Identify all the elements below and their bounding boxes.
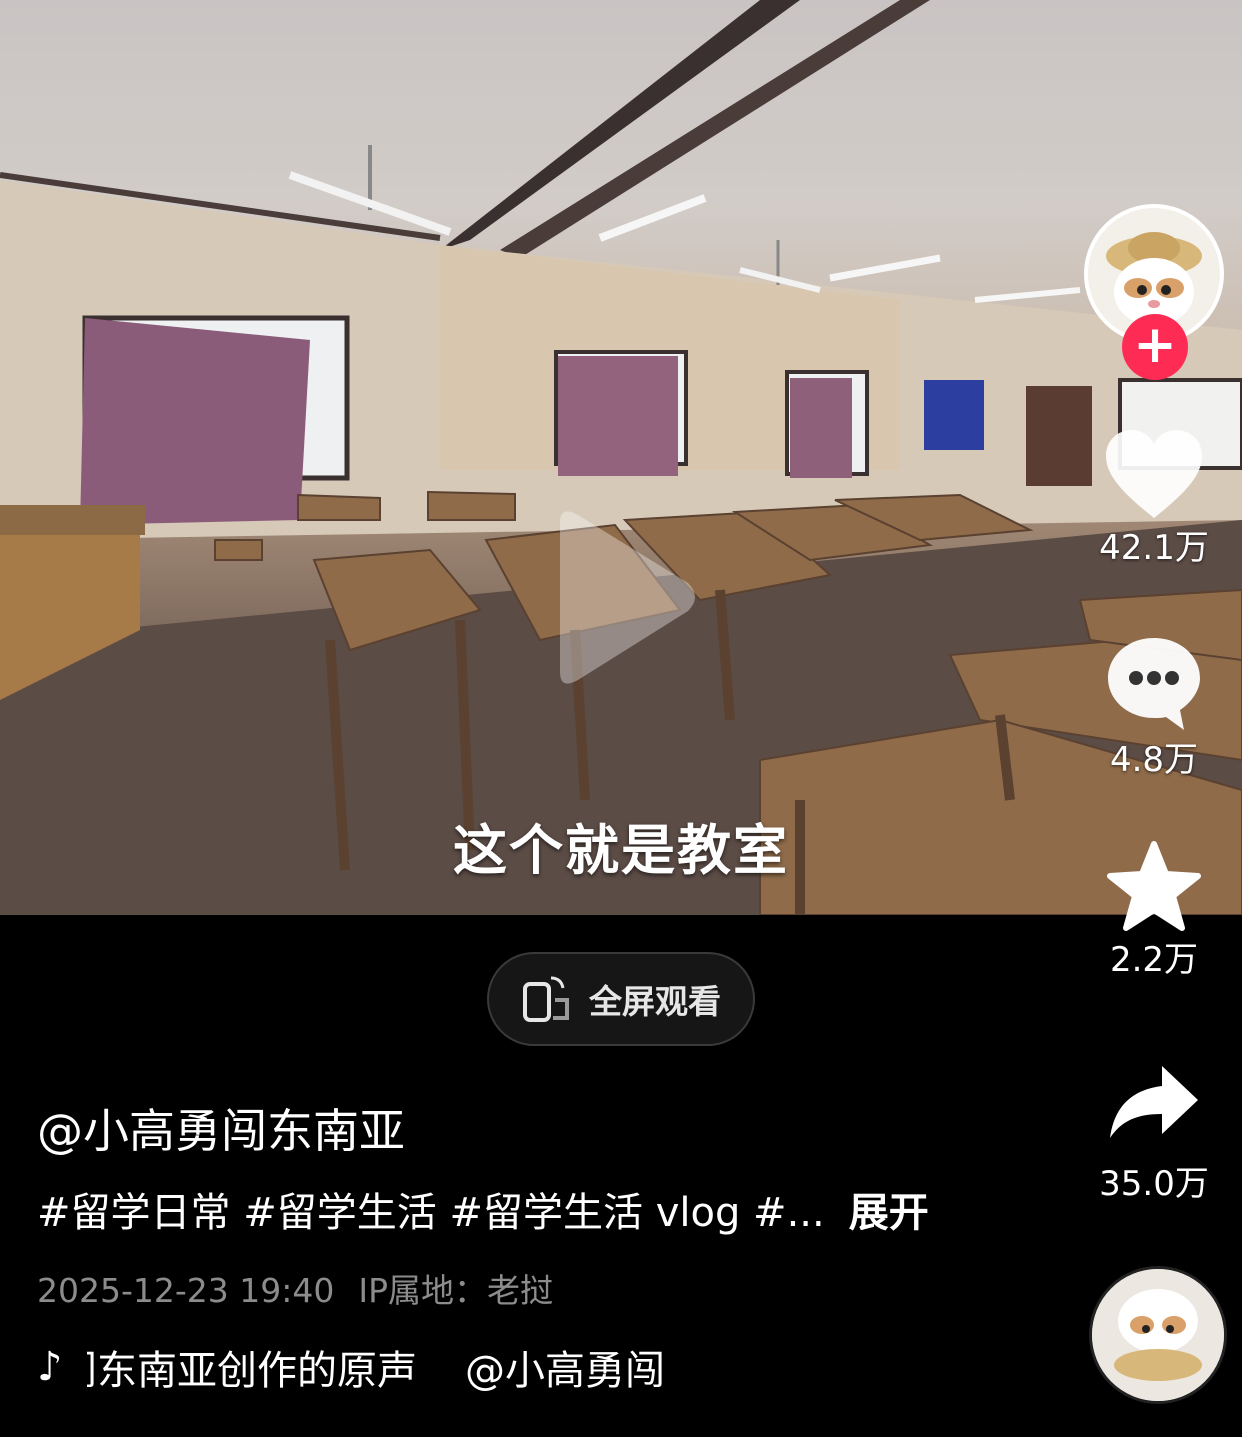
fullscreen-icon [523,976,569,1022]
music-title-part1: 闯东南亚创作的原声 [87,1348,417,1394]
expand-button[interactable]: 展开 [849,1190,929,1236]
post-description: #留学日常 #留学生活 #留学生活 vlog #... 展开 [37,1180,929,1238]
play-icon[interactable] [540,505,700,690]
music-note-icon: ♪ [37,1344,63,1390]
follow-button[interactable]: + [1122,314,1188,380]
comment-count: 4.8万 [1109,740,1199,780]
music-disc-cover [1092,1269,1224,1401]
like-count: 42.1万 [1099,528,1209,568]
share-count: 35.0万 [1099,1164,1209,1204]
classroom-scene [0,0,1242,915]
fullscreen-label: 全屏观看 [589,982,721,1021]
ip-location: IP属地：老挝 [358,1271,554,1310]
author-name[interactable]: @小高勇闯东南亚 [37,1095,405,1161]
favorite-count: 2.2万 [1109,940,1199,980]
comment-button[interactable]: 4.8万 [1084,634,1224,781]
music-info[interactable]: ♪ 闯东南亚创作的原声 @小高勇闯 [37,1340,787,1394]
music-title-part2: @小高勇闯 [465,1348,665,1394]
like-button[interactable]: 42.1万 [1084,428,1224,569]
share-icon [1110,1066,1198,1138]
favorite-button[interactable]: 2.2万 [1084,840,1224,981]
music-disc[interactable] [1089,1266,1227,1404]
heart-icon [1106,430,1202,518]
comment-icon [1108,638,1200,730]
share-button[interactable]: 35.0万 [1084,1062,1224,1205]
video-subtitle: 这个就是教室 [453,819,789,882]
fullscreen-button[interactable]: 全屏观看 [487,952,755,1046]
star-icon [1107,841,1201,931]
description-text[interactable]: #留学日常 #留学生活 #留学生活 vlog #... [37,1190,825,1236]
post-meta: 2025-12-23 19:40 IP属地：老挝 [37,1264,553,1312]
video-player[interactable]: 这个就是教室 [0,0,1242,915]
post-date: 2025-12-23 19:40 [37,1271,335,1310]
music-title-marquee: 闯东南亚创作的原声 @小高勇闯 [87,1338,787,1396]
